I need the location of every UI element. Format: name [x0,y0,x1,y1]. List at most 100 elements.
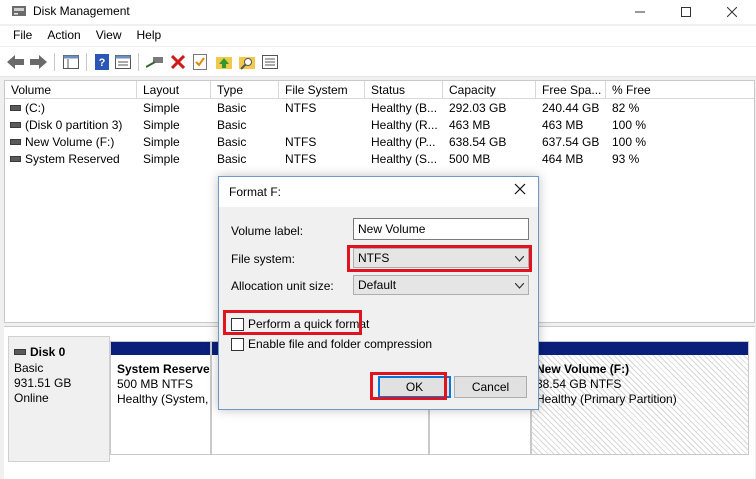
quick-format-label: Perform a quick format [248,317,370,331]
menu-help[interactable]: Help [130,26,169,46]
compression-label: Enable file and folder compression [248,337,433,351]
file-system-select[interactable]: NTFS [353,248,529,268]
fs-cell: NTFS [285,152,317,166]
volume-name: System Reserved [25,152,120,166]
drive-icon [10,138,21,145]
toolbar-separator [138,53,139,71]
free-cell: 637.54 GB [542,135,600,149]
compression-checkbox[interactable]: Enable file and folder compression [231,337,432,351]
close-icon [727,7,737,17]
column-header-status[interactable]: Status [365,81,443,99]
toolbar-separator [86,53,87,71]
disk-type: Basic [14,361,44,375]
volume-label-input[interactable]: New Volume [353,218,529,240]
chevron-down-icon [515,256,524,262]
table-row[interactable]: (Disk 0 partition 3) Simple Basic Health… [5,117,754,134]
volume-name: (C:) [25,101,45,115]
partition-new-volume[interactable]: New Volume (F:) 38.54 GB NTFS Healthy (P… [531,341,749,455]
layout-cell: Simple [143,152,180,166]
help-button[interactable]: ? [92,52,112,72]
menu-file[interactable]: File [6,26,39,46]
svg-text:?: ? [99,57,106,69]
volume-label-label: Volume label: [231,224,304,238]
properties-icon [115,55,131,69]
format-dialog: Format F: Volume label: New Volume File … [218,176,539,410]
volume-cell: (Disk 0 partition 3) [10,118,136,132]
back-arrow-icon [7,55,24,69]
minimize-button[interactable] [618,0,662,24]
disk-name: Disk 0 [14,345,65,359]
allocation-unit-select[interactable]: Default [353,275,529,295]
forward-button[interactable] [28,52,48,72]
connect-icon [146,57,163,68]
menu-view[interactable]: View [89,26,129,46]
back-button[interactable] [6,52,26,72]
help-icon: ? [95,54,109,70]
fs-cell: NTFS [285,101,317,115]
list-view-icon [262,55,278,69]
delete-button[interactable] [168,52,188,72]
folder-up-icon [216,57,232,69]
window-title: Disk Management [33,4,130,18]
search-folder-button[interactable] [237,52,257,72]
compression-box[interactable] [231,337,244,351]
properties-button[interactable] [113,52,133,72]
checklist-button[interactable] [190,52,210,72]
partition-bar [111,342,210,355]
volume-cell: New Volume (F:) [10,135,136,149]
partition-name: System Reserve [117,362,210,376]
column-header-type[interactable]: Type [211,81,279,99]
pct-cell: 82 % [612,101,640,115]
title-bar: Disk Management [0,0,756,24]
table-row[interactable]: New Volume (F:) Simple Basic NTFS Health… [5,134,754,151]
menu-bar: File Action View Help [0,26,756,46]
connect-button[interactable] [145,52,165,72]
disk-management-app-icon [12,6,26,16]
quick-format-checkbox[interactable]: Perform a quick format [231,317,369,331]
list-view-button[interactable] [260,52,280,72]
allocation-unit-value: Default [358,278,397,292]
file-system-label: File system: [231,252,296,266]
dialog-title-bar: Format F: [219,177,538,207]
folder-up-button[interactable] [214,52,234,72]
capacity-cell: 292.03 GB [449,101,507,115]
cancel-button[interactable]: Cancel [454,376,527,398]
partition-system-reserved[interactable]: System Reserve 500 MB NTFS Healthy (Syst… [110,341,211,455]
column-header-file-system[interactable]: File System [279,81,365,99]
table-row[interactable]: (C:) Simple Basic NTFS Healthy (B... 292… [5,100,754,117]
capacity-cell: 500 MB [449,152,491,166]
partition-size: 500 MB NTFS [117,377,194,391]
type-cell: Basic [217,101,247,115]
file-system-value: NTFS [358,251,390,265]
disk-name-text: Disk 0 [30,345,66,359]
close-window-button[interactable] [710,0,754,24]
drive-icon [10,121,21,128]
type-cell: Basic [217,152,247,166]
layout-cell: Simple [143,101,180,115]
maximize-icon [681,7,691,17]
column-header-percent-free[interactable]: % Free [606,81,754,99]
free-cell: 464 MB [542,152,584,166]
free-cell: 463 MB [542,118,584,132]
column-header-capacity[interactable]: Capacity [443,81,536,99]
status-cell: Healthy (R... [371,118,438,132]
chevron-down-icon [515,283,524,289]
quick-format-box[interactable] [231,317,244,331]
column-header-volume[interactable]: Volume [5,81,137,99]
column-header-layout[interactable]: Layout [137,81,211,99]
table-row[interactable]: System Reserved Simple Basic NTFS Health… [5,151,754,168]
menu-action[interactable]: Action [40,26,87,46]
partition-bar [532,342,748,355]
minimize-icon [635,11,645,13]
console-tree-button[interactable] [61,52,81,72]
partition-status: Healthy (System, [117,392,209,406]
volume-cell: System Reserved [10,152,136,166]
disk-size: 931.51 GB [14,376,72,390]
ok-button[interactable]: OK [378,376,451,398]
disk-label[interactable]: Disk 0 Basic 931.51 GB Online [8,336,110,462]
maximize-button[interactable] [664,0,708,24]
dialog-close-button[interactable] [512,183,528,199]
type-cell: Basic [217,118,247,132]
pct-cell: 100 % [612,118,647,132]
column-header-free-space[interactable]: Free Spa... [536,81,606,99]
